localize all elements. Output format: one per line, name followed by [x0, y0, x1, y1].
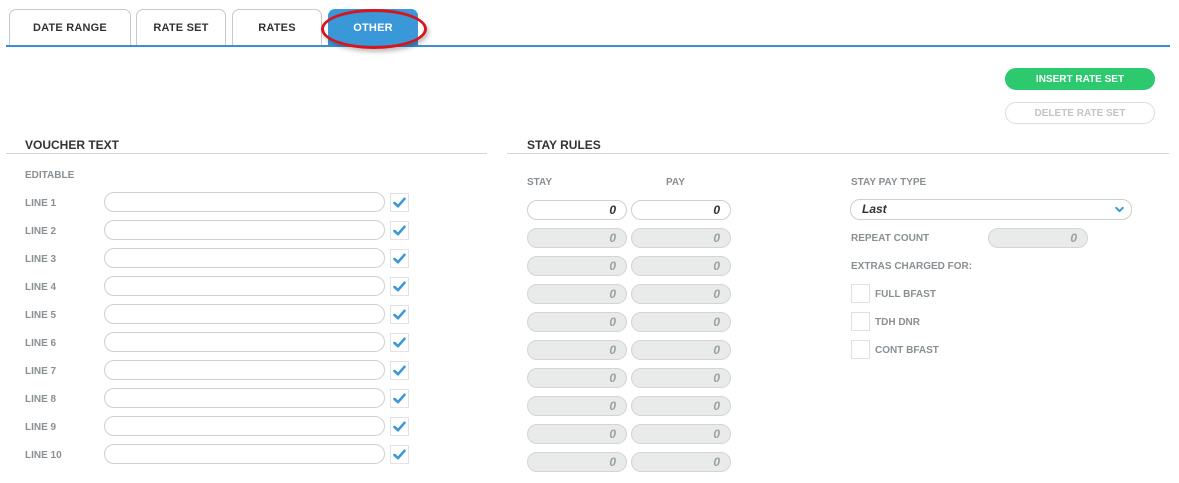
delete-rate-set-button[interactable]: DELETE RATE SET — [1005, 102, 1155, 124]
stay-input: 0 — [527, 284, 627, 304]
voucher-editable-checkbox[interactable] — [390, 305, 409, 324]
stay-input: 0 — [527, 452, 627, 472]
stay-pay-type-select[interactable]: Last — [850, 199, 1132, 220]
voucher-editable-checkbox[interactable] — [390, 193, 409, 212]
insert-rate-set-button[interactable]: INSERT RATE SET — [1005, 68, 1155, 90]
tab-rate-set[interactable]: RATE SET — [136, 9, 226, 46]
pay-input: 0 — [631, 284, 731, 304]
voucher-editable-checkbox[interactable] — [390, 277, 409, 296]
voucher-line-label: LINE 1 — [25, 198, 57, 209]
tab-date-range[interactable]: DATE RANGE — [9, 9, 131, 46]
voucher-line-input[interactable] — [104, 304, 385, 324]
pay-input: 0 — [631, 228, 731, 248]
voucher-line-input[interactable] — [104, 276, 385, 296]
pay-input: 0 — [631, 312, 731, 332]
voucher-line-label: LINE 6 — [25, 338, 57, 349]
voucher-line-input[interactable] — [104, 192, 385, 212]
voucher-editable-checkbox[interactable] — [390, 417, 409, 436]
checkmark-icon — [393, 421, 406, 432]
tab-bar: DATE RANGE RATE SET RATES OTHER — [0, 0, 1179, 49]
voucher-line-label: LINE 4 — [25, 282, 57, 293]
pay-input: 0 — [631, 256, 731, 276]
stay-input: 0 — [527, 256, 627, 276]
pay-input: 0 — [631, 340, 731, 360]
voucher-line-input[interactable] — [104, 220, 385, 240]
pay-input: 0 — [631, 396, 731, 416]
stay-input: 0 — [527, 340, 627, 360]
voucher-line-input[interactable] — [104, 416, 385, 436]
tab-other[interactable]: OTHER — [328, 9, 418, 46]
stay-header: STAY — [527, 177, 553, 188]
checkmark-icon — [393, 365, 406, 376]
voucher-line-label: LINE 8 — [25, 394, 57, 405]
checkmark-icon — [393, 337, 406, 348]
voucher-line-label: LINE 2 — [25, 226, 57, 237]
checkmark-icon — [393, 393, 406, 404]
extras-label: TDH DNR — [875, 317, 920, 328]
voucher-text-title: VOUCHER TEXT — [25, 138, 120, 152]
voucher-editable-checkbox[interactable] — [390, 221, 409, 240]
voucher-line-label: LINE 10 — [25, 450, 62, 461]
stay-rules-title: STAY RULES — [527, 138, 601, 152]
repeat-count-label: REPEAT COUNT — [851, 233, 930, 244]
checkmark-icon — [393, 281, 406, 292]
checkmark-icon — [393, 449, 406, 460]
voucher-line-input[interactable] — [104, 332, 385, 352]
voucher-line-input[interactable] — [104, 444, 385, 464]
checkmark-icon — [393, 253, 406, 264]
stay-input[interactable]: 0 — [527, 200, 627, 220]
extras-label: FULL BFAST — [875, 289, 936, 300]
stay-pay-type-value: Last — [862, 202, 887, 216]
checkmark-icon — [393, 309, 406, 320]
stay-rules-divider — [507, 153, 1169, 154]
voucher-editable-checkbox[interactable] — [390, 361, 409, 380]
stay-input: 0 — [527, 312, 627, 332]
extras-checkbox[interactable] — [851, 340, 870, 359]
voucher-line-input[interactable] — [104, 360, 385, 380]
pay-input: 0 — [631, 452, 731, 472]
pay-input: 0 — [631, 424, 731, 444]
tab-bar-underline — [6, 45, 1170, 47]
checkmark-icon — [393, 225, 406, 236]
voucher-line-label: LINE 5 — [25, 310, 57, 321]
extras-label: CONT BFAST — [875, 345, 939, 356]
extras-checkbox[interactable] — [851, 312, 870, 331]
extras-charged-label: EXTRAS CHARGED FOR: — [851, 261, 973, 272]
voucher-editable-checkbox[interactable] — [390, 445, 409, 464]
stay-input: 0 — [527, 368, 627, 388]
voucher-line-label: LINE 9 — [25, 422, 57, 433]
stay-pay-type-label: STAY PAY TYPE — [851, 177, 927, 188]
tab-rates[interactable]: RATES — [232, 9, 322, 46]
voucher-editable-checkbox[interactable] — [390, 249, 409, 268]
chevron-down-icon — [1115, 206, 1124, 213]
editable-label: EDITABLE — [25, 170, 75, 181]
stay-input: 0 — [527, 424, 627, 444]
extras-checkbox[interactable] — [851, 284, 870, 303]
pay-header: PAY — [666, 177, 685, 188]
stay-input: 0 — [527, 396, 627, 416]
pay-input: 0 — [631, 368, 731, 388]
voucher-editable-checkbox[interactable] — [390, 333, 409, 352]
repeat-count-input[interactable]: 0 — [988, 228, 1088, 248]
voucher-line-label: LINE 7 — [25, 366, 57, 377]
stay-input: 0 — [527, 228, 627, 248]
voucher-divider — [6, 153, 487, 154]
pay-input[interactable]: 0 — [631, 200, 731, 220]
voucher-line-input[interactable] — [104, 248, 385, 268]
checkmark-icon — [393, 197, 406, 208]
voucher-line-input[interactable] — [104, 388, 385, 408]
voucher-line-label: LINE 3 — [25, 254, 57, 265]
voucher-editable-checkbox[interactable] — [390, 389, 409, 408]
